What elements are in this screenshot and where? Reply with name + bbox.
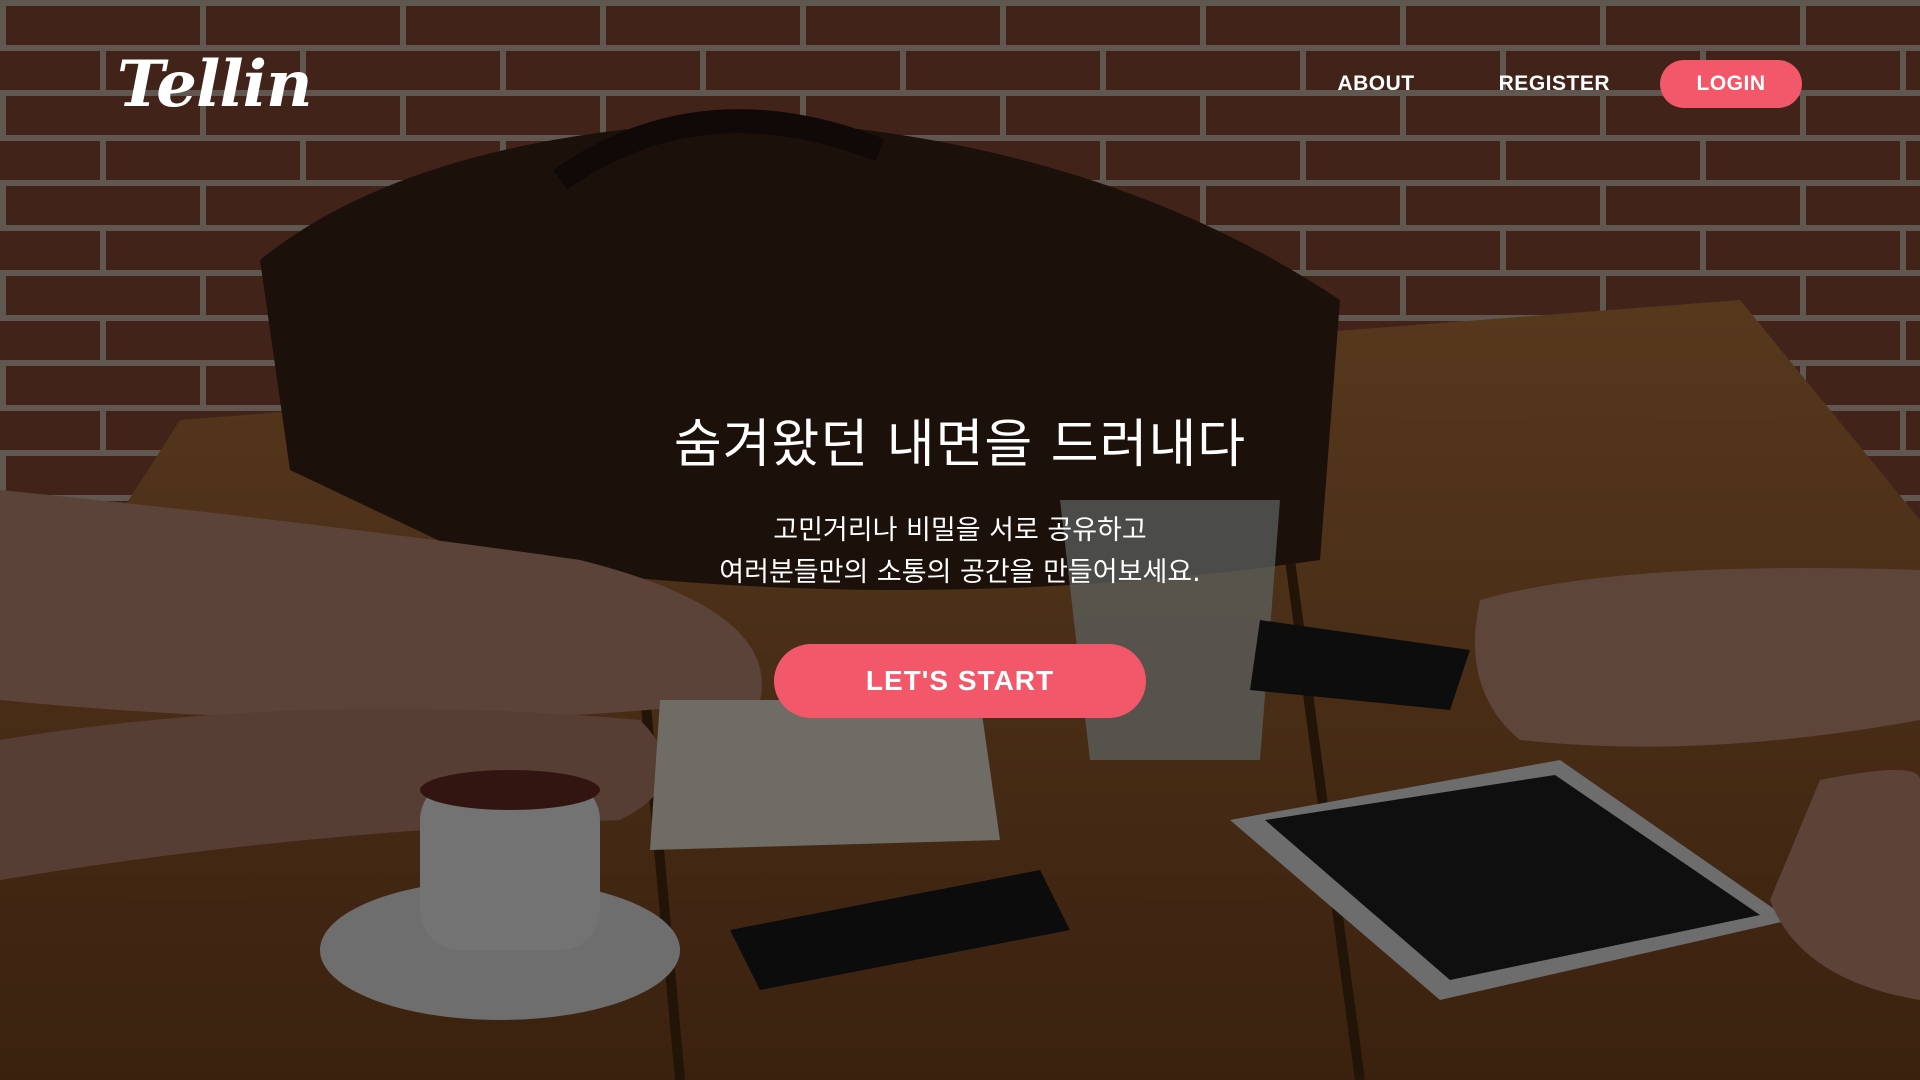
top-navigation: Tellin ABOUT REGISTER LOGIN: [0, 0, 1920, 170]
hero-section: Tellin ABOUT REGISTER LOGIN 숨겨왔던 내면을 드러내…: [0, 0, 1920, 1080]
nav-register-link[interactable]: REGISTER: [1499, 72, 1610, 96]
lets-start-button[interactable]: LET'S START: [774, 644, 1146, 718]
nav-about-link[interactable]: ABOUT: [1337, 72, 1414, 96]
hero-headline: 숨겨왔던 내면을 드러내다: [673, 415, 1247, 475]
nav-links: ABOUT REGISTER LOGIN: [1337, 60, 1802, 108]
hero-subtitle: 고민거리나 비밀을 서로 공유하고 여러분들만의 소통의 공간을 만들어보세요.: [0, 510, 1920, 594]
hero-subtitle-line-2: 여러분들만의 소통의 공간을 만들어보세요.: [719, 557, 1201, 588]
login-button[interactable]: LOGIN: [1660, 60, 1802, 108]
tellin-logo[interactable]: Tellin: [117, 40, 312, 130]
hero-content: 숨겨왔던 내면을 드러내다 고민거리나 비밀을 서로 공유하고 여러분들만의 소…: [0, 410, 1920, 718]
hero-subtitle-line-1: 고민거리나 비밀을 서로 공유하고: [773, 515, 1147, 546]
